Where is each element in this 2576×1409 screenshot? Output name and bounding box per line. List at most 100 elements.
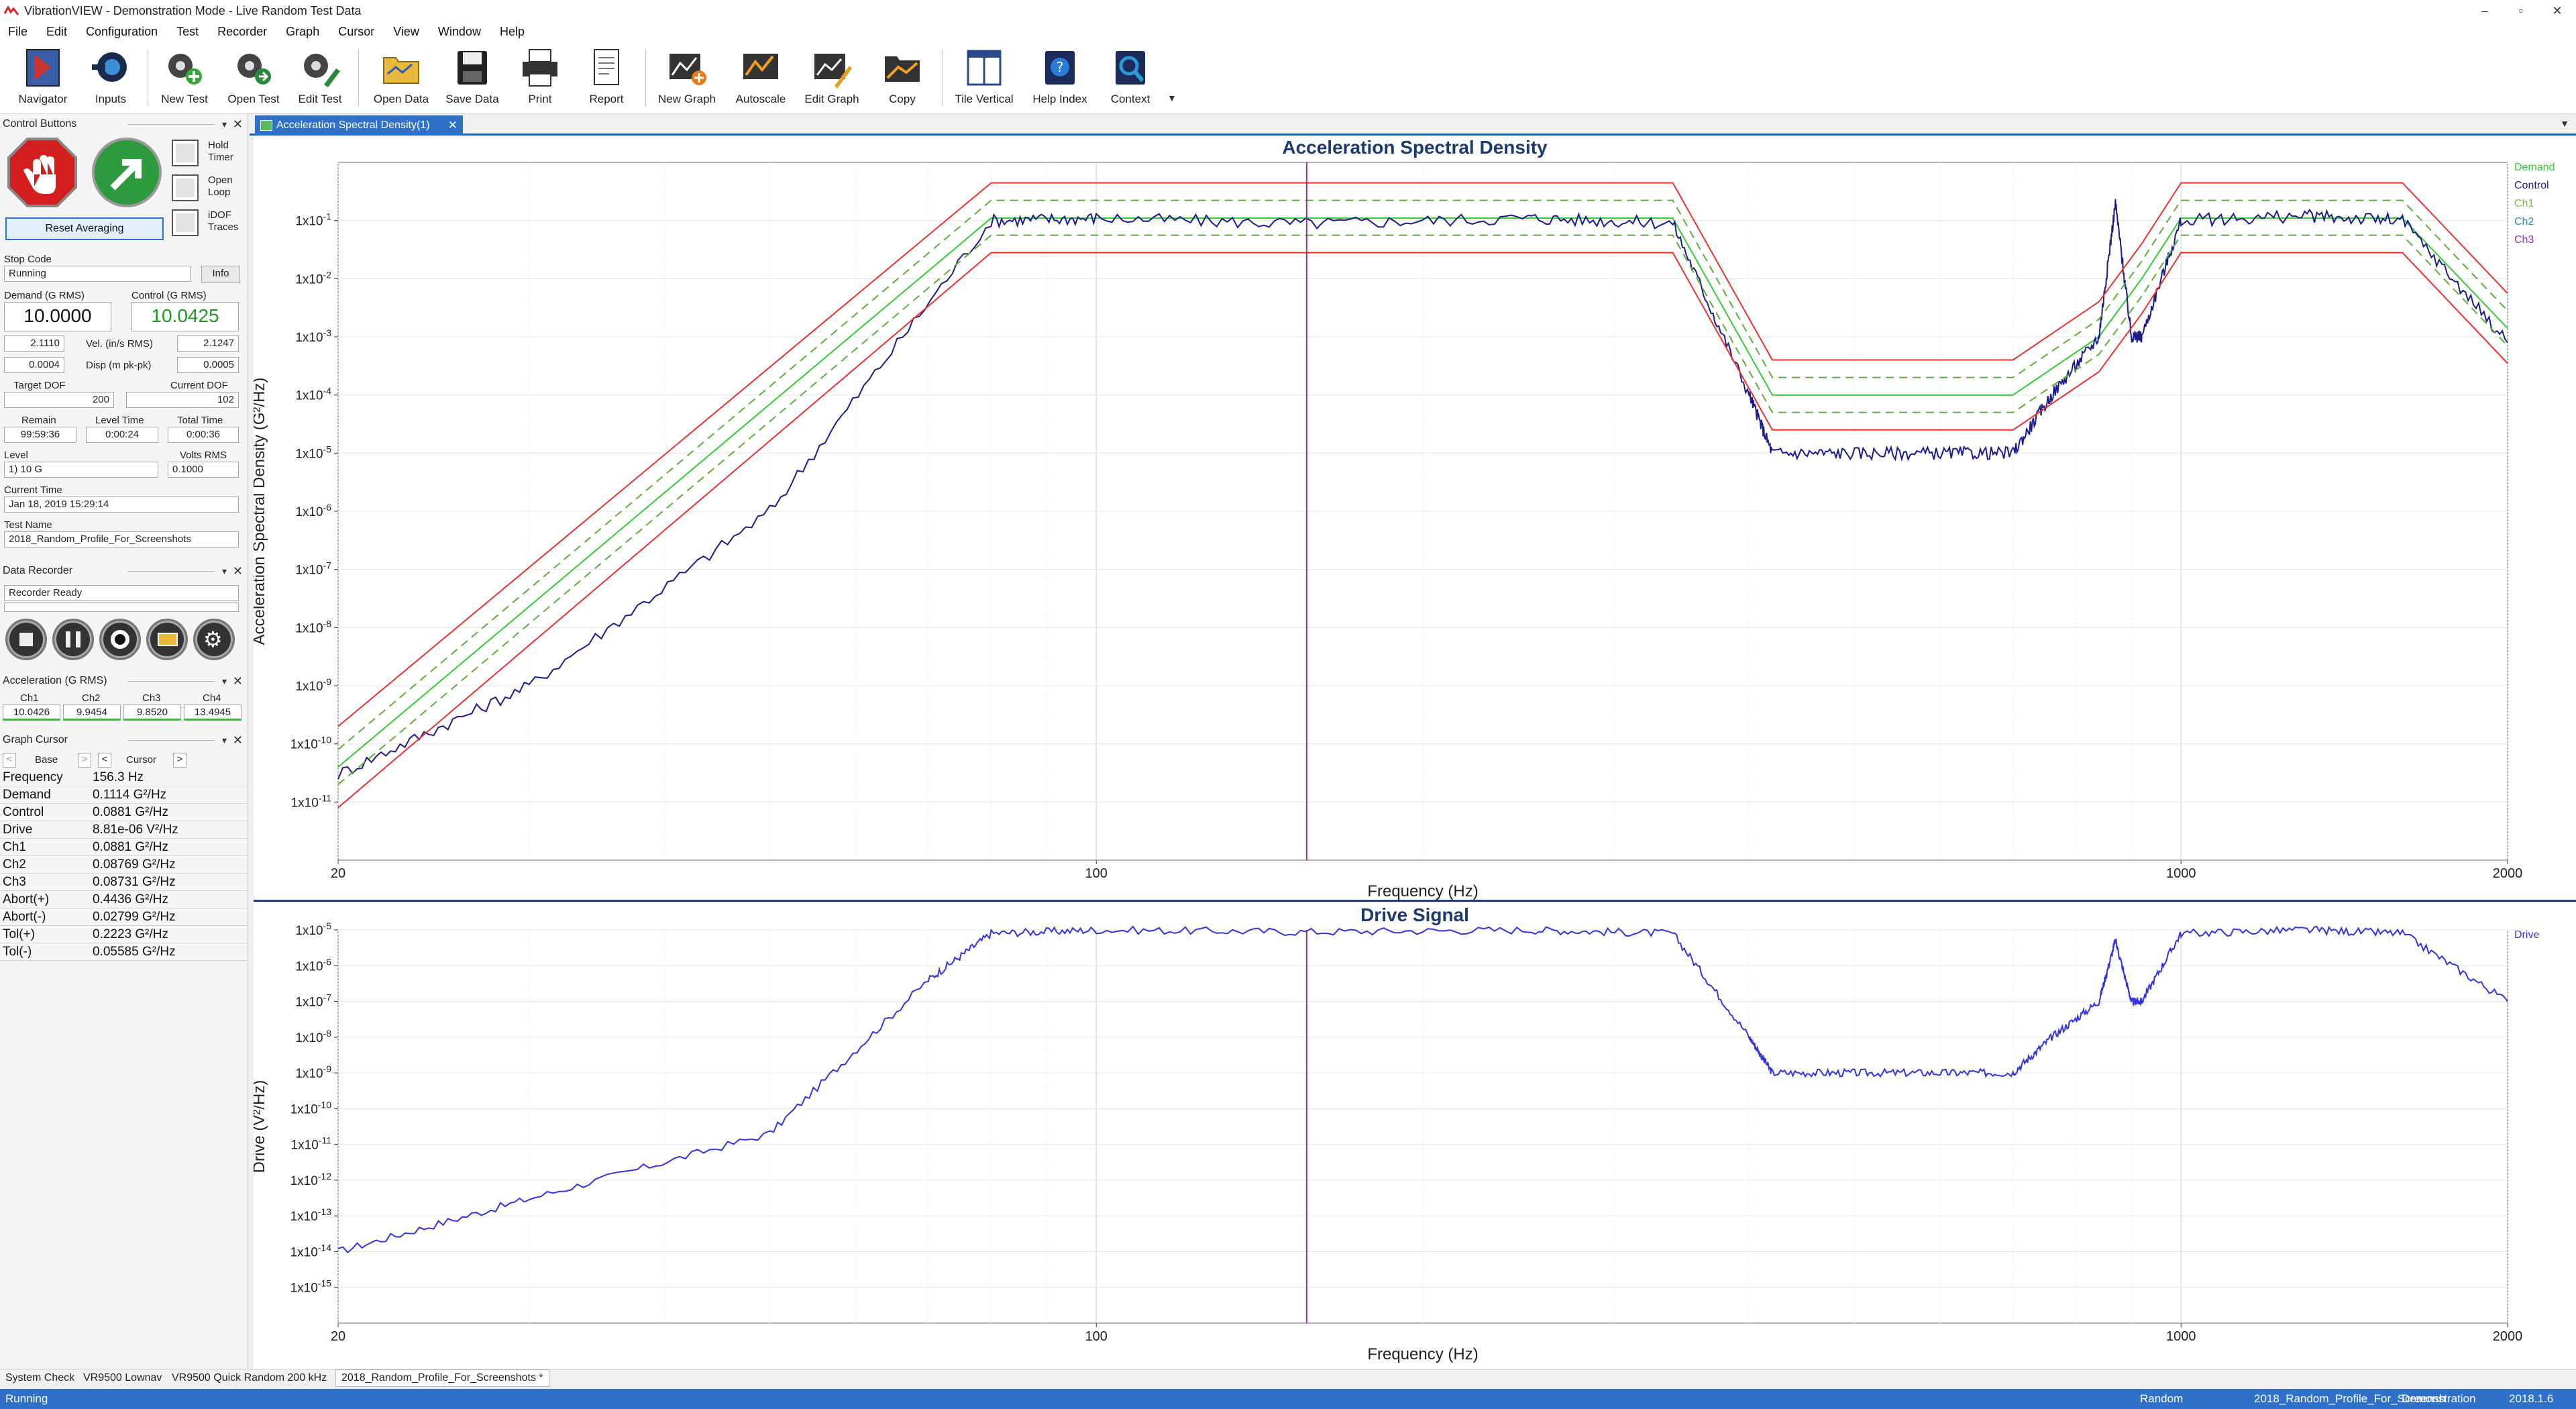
recorder-status-field: Recorder Ready [4, 585, 239, 601]
tab-system-check[interactable]: System Check [5, 1372, 74, 1384]
recorder-record-button[interactable] [99, 619, 141, 660]
report-button[interactable]: Report [576, 44, 637, 111]
app-logo-icon [4, 5, 19, 15]
tab-2018-random-profile[interactable]: 2018_Random_Profile_For_Screenshots * [335, 1369, 549, 1387]
menu-window[interactable]: Window [438, 25, 481, 39]
menu-configuration[interactable]: Configuration [86, 25, 158, 39]
copy-button[interactable]: Copy [872, 44, 932, 111]
panel-pin-icon[interactable]: ▾ [222, 672, 227, 690]
status-demonstration: Demonstration [2402, 1392, 2476, 1405]
test-name-label: Test Name [4, 519, 52, 531]
cursor-row-name: Frequency [3, 770, 63, 784]
graph-cursor-title: Graph Cursor [3, 734, 68, 745]
base-prev-button[interactable]: < [3, 753, 16, 768]
tab-vr9500-lownav[interactable]: VR9500 Lownav [83, 1372, 162, 1384]
menu-recorder[interactable]: Recorder [217, 25, 267, 39]
menu-test[interactable]: Test [176, 25, 199, 39]
recorder-pause-button[interactable] [52, 619, 94, 660]
print-button[interactable]: Print [510, 44, 570, 111]
edit-test-button[interactable]: Edit Test [290, 44, 350, 111]
menu-help[interactable]: Help [500, 25, 525, 39]
drive-chart[interactable]: 1x10-5 1x10-6 1x10-7 1x10-8 1x10-9 1x10-10 1x1… [254, 903, 2576, 1369]
edit-graph-button[interactable]: Edit Graph [798, 44, 865, 111]
recorder-stop-button[interactable] [5, 619, 47, 660]
context-icon [1116, 51, 1145, 85]
gear-icon: ⚙ [203, 627, 223, 651]
level-select[interactable]: 1) 10 G [4, 462, 158, 478]
recorder-folder-button[interactable] [146, 619, 188, 660]
toolbar-separator [358, 50, 359, 106]
help-index-button[interactable]: ? Help Index [1026, 44, 1093, 111]
x-tick-label: 1000 [2166, 866, 2196, 881]
autoscale-button[interactable]: Autoscale [729, 44, 793, 111]
base-next-button[interactable]: > [78, 753, 91, 768]
total-time-label: Total Time [177, 415, 223, 426]
reset-averaging-button[interactable]: Reset Averaging [5, 217, 164, 240]
tab-vr9500-quick-random[interactable]: VR9500 Quick Random 200 kHz [172, 1372, 327, 1384]
help-index-icon: ? [1045, 51, 1075, 85]
new-test-button[interactable]: New Test [153, 44, 216, 111]
ch4-value: 13.4945 [184, 704, 241, 721]
toolbar-overflow-icon[interactable]: ▼ [1167, 93, 1177, 103]
navigator-button[interactable]: Navigator [9, 44, 76, 111]
hold-timer-checkbox[interactable] [172, 140, 199, 166]
stop-button[interactable] [7, 137, 78, 208]
cursor-row-name: Tol(-) [3, 945, 32, 959]
menu-graph[interactable]: Graph [286, 25, 319, 39]
panel-close-icon[interactable]: ✕ [233, 731, 243, 749]
panel-close-icon[interactable]: ✕ [233, 672, 243, 690]
tab-close-icon[interactable]: ✕ [448, 115, 458, 136]
cursor-row-abort-plus: Abort(+) 0.4436 G²/Hz [0, 891, 248, 908]
asd-chart[interactable]: 1x10-1 1x10-2 1x10-3 1x10-4 1x10-5 1x10-6 1x10… [254, 137, 2576, 902]
context-button[interactable]: Context [1100, 44, 1161, 111]
save-data-button[interactable]: Save Data [440, 44, 504, 111]
current-dof-label: Current DOF [170, 380, 228, 391]
cursor-row-ch3: Ch3 0.08731 G²/Hz [0, 874, 248, 891]
panel-pin-icon[interactable]: ▾ [222, 562, 227, 580]
cursor-next-button[interactable]: > [173, 753, 186, 768]
menu-cursor[interactable]: Cursor [338, 25, 374, 39]
start-button[interactable] [91, 137, 162, 208]
ch1-value: 10.0426 [3, 704, 60, 721]
save-data-label: Save Data [445, 93, 499, 105]
recorder-settings-button[interactable]: ⚙ [193, 619, 235, 660]
control-buttons-title: Control Buttons [3, 118, 77, 129]
volts-rms-value: 0.1000 [168, 462, 239, 478]
panel-pin-icon[interactable]: ▾ [222, 115, 227, 133]
tab-acceleration-spectral-density[interactable]: Acceleration Spectral Density(1) ✕ [255, 115, 463, 136]
navigator-label: Navigator [18, 93, 68, 105]
menu-file[interactable]: File [8, 25, 28, 39]
y-tick-label: 1x10-12 [290, 1171, 332, 1188]
svg-text:?: ? [1057, 59, 1064, 75]
tab-overflow-icon[interactable]: ▼ [2560, 118, 2569, 129]
open-loop-checkbox[interactable] [172, 174, 199, 201]
restore-button[interactable]: ▫ [2502, 0, 2540, 21]
legend-ch3: Ch3 [2514, 234, 2534, 246]
close-button[interactable]: ✕ [2538, 0, 2576, 21]
menu-view[interactable]: View [393, 25, 419, 39]
minimize-button[interactable]: – [2466, 0, 2504, 21]
edit-test-icon [304, 54, 340, 87]
x-tick-label: 1000 [2166, 1329, 2196, 1344]
open-data-button[interactable]: Open Data [368, 44, 435, 111]
panel-close-icon[interactable]: ✕ [233, 562, 243, 580]
inputs-button[interactable]: Inputs [80, 44, 141, 111]
panel-pin-icon[interactable]: ▾ [222, 731, 227, 749]
open-loop-label: Open Loop [208, 174, 233, 198]
header-divider [127, 124, 215, 125]
cursor-prev-button[interactable]: < [98, 753, 111, 768]
open-data-icon [383, 57, 419, 84]
info-button[interactable]: Info [201, 266, 240, 283]
y-tick-label: 1x10-8 [295, 618, 331, 635]
recorder-progress-bar [4, 603, 239, 612]
new-graph-button[interactable]: New Graph [652, 44, 722, 111]
idof-traces-checkbox[interactable] [172, 209, 199, 236]
y-tick-label: 1x10-6 [295, 956, 331, 974]
menu-edit[interactable]: Edit [46, 25, 67, 39]
open-test-button[interactable]: Open Test [220, 44, 287, 111]
tile-vertical-button[interactable]: Tile Vertical [949, 44, 1020, 111]
window-title: VibrationVIEW - Demonstration Mode - Liv… [24, 3, 362, 17]
test-name-value: 2018_Random_Profile_For_Screenshots [4, 531, 239, 547]
legend-ch2: Ch2 [2514, 216, 2534, 227]
panel-close-icon[interactable]: ✕ [233, 115, 243, 133]
